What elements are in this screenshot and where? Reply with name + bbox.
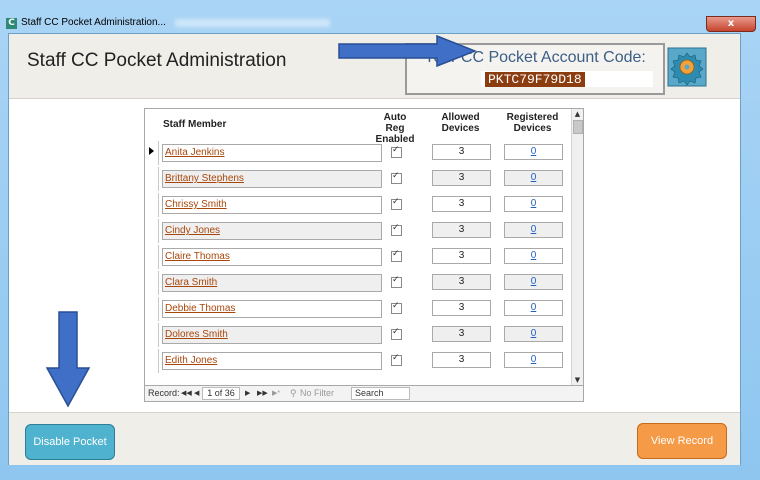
table-row[interactable]: Brittany Stephens 30 [145,167,571,193]
gear-icon[interactable] [667,47,707,87]
col-header-allowed-line1: Allowed [441,112,480,123]
auto-reg-checkbox[interactable] [391,353,402,366]
table-row[interactable]: Cindy Jones 30 [145,219,571,245]
page-title: Staff CC Pocket Administration [27,50,287,71]
table-row[interactable]: Edith Jones 30 [145,349,571,375]
next-record-icon[interactable]: ▶ [245,389,250,397]
table-row[interactable]: Claire Thomas 30 [145,245,571,271]
record-selector[interactable] [146,193,159,217]
scroll-up-icon[interactable]: ▲ [572,109,583,119]
view-record-button[interactable]: View Record [637,423,727,459]
previous-record-icon[interactable]: ◀ [194,389,199,397]
staff-name-link[interactable]: Dolores Smith [162,326,382,344]
scroll-down-icon[interactable]: ▼ [572,375,583,385]
title-blur [175,19,330,27]
record-selector[interactable] [146,141,159,165]
vertical-scrollbar[interactable]: ▲ ▼ [571,109,583,385]
staff-name-link[interactable]: Cindy Jones [162,222,382,240]
first-record-icon[interactable]: ◀◀ [181,389,192,397]
table-row[interactable]: Anita Jenkins 30 [145,141,571,167]
auto-reg-checkbox[interactable] [391,171,402,184]
window-title: Staff CC Pocket Administration... [21,17,166,28]
col-header-allowed-line2: Devices [441,123,480,134]
form-footer: Disable Pocket View Record [9,412,740,465]
current-record-field[interactable]: 1 of 36 [202,387,240,400]
auto-reg-checkbox[interactable] [391,327,402,340]
current-row-arrow-icon [149,147,154,155]
record-selector[interactable] [146,349,159,373]
allowed-devices-field[interactable]: 3 [432,222,491,238]
col-header-registered-line2: Devices [513,123,552,134]
table-row[interactable]: Dolores Smith 30 [145,323,571,349]
col-header-registered: Registered Devices [504,112,561,134]
record-selector[interactable] [146,297,159,321]
staff-name-link[interactable]: Chrissy Smith [162,196,382,214]
col-header-registered-line1: Registered [506,112,559,123]
auto-reg-checkbox[interactable] [391,145,402,158]
scroll-thumb[interactable] [573,120,583,134]
table-row[interactable]: Chrissy Smith 30 [145,193,571,219]
annotation-arrow-down-icon [45,311,91,408]
allowed-devices-field[interactable]: 3 [432,196,491,212]
table-row[interactable]: Debbie Thomas 30 [145,297,571,323]
registered-devices-link[interactable]: 0 [504,222,563,238]
auto-reg-checkbox[interactable] [391,275,402,288]
app-window: C Staff CC Pocket Administration... x St… [0,0,760,480]
staff-grid: Staff Member Auto Reg Enabled Allowed De… [144,108,584,402]
record-selector[interactable] [146,323,159,347]
col-header-auto-reg-line1: Auto Reg [383,112,407,134]
form-client-area: Staff CC Pocket Administration Your CC P… [8,33,741,465]
registered-devices-link[interactable]: 0 [504,170,563,186]
search-input[interactable]: Search [351,387,410,400]
title-bar: C Staff CC Pocket Administration... x [0,0,760,32]
record-selector[interactable] [146,219,159,243]
col-header-allowed: Allowed Devices [432,112,489,134]
record-selector[interactable] [146,245,159,269]
allowed-devices-field[interactable]: 3 [432,274,491,290]
auto-reg-checkbox[interactable] [391,223,402,236]
registered-devices-link[interactable]: 0 [504,144,563,160]
registered-devices-link[interactable]: 0 [504,248,563,264]
auto-reg-checkbox[interactable] [391,301,402,314]
staff-name-link[interactable]: Edith Jones [162,352,382,370]
allowed-devices-field[interactable]: 3 [432,300,491,316]
allowed-devices-field[interactable]: 3 [432,248,491,264]
allowed-devices-field[interactable]: 3 [432,170,491,186]
staff-name-link[interactable]: Clara Smith [162,274,382,292]
staff-name-link[interactable]: Claire Thomas [162,248,382,266]
last-record-icon[interactable]: ▶▶ [257,389,268,397]
table-row[interactable]: Clara Smith 30 [145,271,571,297]
registered-devices-link[interactable]: 0 [504,300,563,316]
record-selector[interactable] [146,167,159,191]
allowed-devices-field[interactable]: 3 [432,326,491,342]
annotation-arrow-right-icon [338,34,477,68]
auto-reg-checkbox[interactable] [391,249,402,262]
app-icon: C [6,18,17,29]
record-label: Record: [148,388,180,398]
account-code-value: PKTC79F79D18 [485,72,585,87]
registered-devices-link[interactable]: 0 [504,326,563,342]
new-record-icon[interactable]: ▶* [272,389,280,397]
allowed-devices-field[interactable]: 3 [432,144,491,160]
auto-reg-checkbox[interactable] [391,197,402,210]
no-filter-indicator[interactable]: No Filter [300,388,334,398]
record-selector[interactable] [146,271,159,295]
record-navigation-bar: Record: ◀◀ ◀ 1 of 36 ▶ ▶▶ ▶* ⚲ No Filter… [145,385,583,401]
disable-pocket-button[interactable]: Disable Pocket [25,424,115,460]
staff-name-link[interactable]: Anita Jenkins [162,144,382,162]
filter-icon[interactable]: ⚲ [290,388,297,399]
registered-devices-link[interactable]: 0 [504,352,563,368]
registered-devices-link[interactable]: 0 [504,274,563,290]
account-code-field[interactable]: PKTC79F79D18 [481,71,653,87]
col-header-staff-member: Staff Member [163,119,227,130]
close-button[interactable]: x [706,16,756,32]
registered-devices-link[interactable]: 0 [504,196,563,212]
staff-name-link[interactable]: Brittany Stephens [162,170,382,188]
allowed-devices-field[interactable]: 3 [432,352,491,368]
staff-name-link[interactable]: Debbie Thomas [162,300,382,318]
